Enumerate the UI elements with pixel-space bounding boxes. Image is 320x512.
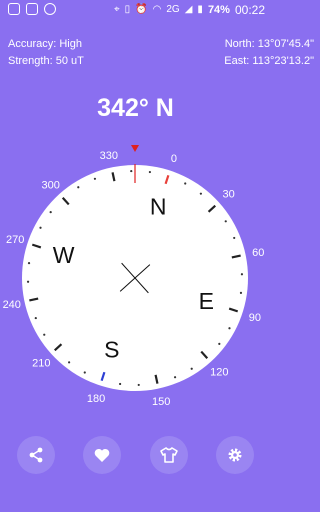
degree-label: 30 <box>223 189 235 201</box>
minor-tick <box>39 226 42 229</box>
minor-tick <box>224 220 227 223</box>
degree-label: 120 <box>210 367 228 379</box>
battery-percent: 74% <box>207 4 230 16</box>
theme-button[interactable] <box>150 436 188 474</box>
minor-tick <box>184 182 187 185</box>
cardinal-e: E <box>199 288 214 314</box>
east-coordinate: East: 113°23'13.2" <box>224 55 314 67</box>
share-button[interactable] <box>17 436 55 474</box>
network-type: 2G <box>166 4 180 15</box>
accuracy-text: Accuracy: High <box>8 38 82 50</box>
shirt-icon <box>160 447 178 463</box>
battery-icon: ▮ <box>197 4 203 15</box>
minor-tick <box>233 236 236 240</box>
minor-tick <box>190 367 193 370</box>
degree-label: 330 <box>100 150 118 162</box>
degree-label: 240 <box>3 299 21 311</box>
gear-icon <box>228 448 242 462</box>
degree-label: 150 <box>152 396 170 408</box>
heading-readout: 342° N <box>97 94 174 122</box>
app-icon <box>26 3 38 15</box>
degree-label: 60 <box>252 247 264 259</box>
degree-label: 300 <box>42 179 60 191</box>
compass-dial: 0 30 60 90 120 150 180 210 240 270 300 330 N E S W <box>3 145 264 408</box>
bottom-toolbar <box>0 436 271 476</box>
clock: 00:22 <box>234 3 265 17</box>
minor-tick <box>77 186 80 189</box>
minor-tick <box>239 291 243 294</box>
notification-icon <box>8 3 20 15</box>
cardinal-n: N <box>150 194 167 220</box>
favorite-button[interactable] <box>83 436 121 474</box>
minor-tick <box>93 177 97 180</box>
minor-tick <box>119 382 122 386</box>
status-left-icons <box>8 3 56 15</box>
minor-tick <box>26 280 30 283</box>
minor-tick <box>49 211 52 214</box>
minor-tick <box>218 342 221 345</box>
wifi-icon: ◠ <box>152 4 162 15</box>
minor-tick <box>130 169 133 173</box>
degree-label: 210 <box>32 357 50 369</box>
circle-icon <box>44 3 56 15</box>
minor-tick <box>173 376 177 379</box>
minor-tick <box>68 361 71 364</box>
minor-tick <box>83 371 86 374</box>
share-icon <box>29 447 43 463</box>
strength-text: Strength: 50 uT <box>8 55 84 67</box>
location-icon: ⌖ <box>114 4 120 15</box>
alarm-icon: ⏰ <box>135 4 148 15</box>
north-coordinate: North: 13°07'45.4" <box>224 38 314 50</box>
vibrate-icon: ▯ <box>124 4 131 15</box>
status-right-icons: ⌖ ▯ ⏰ ◠ 2G ◢ ▮ 74% 00:22 <box>114 3 265 17</box>
heading-pointer <box>131 145 139 152</box>
minor-tick <box>43 333 46 336</box>
degree-label: 90 <box>249 312 261 324</box>
degree-label: 0 <box>171 153 177 165</box>
minor-tick <box>199 192 202 195</box>
minor-tick <box>137 383 140 387</box>
degree-label: 270 <box>6 234 24 246</box>
minor-tick <box>27 262 31 265</box>
status-bar: ⌖ ▯ ⏰ ◠ 2G ◢ ▮ 74% 00:22 <box>0 0 271 20</box>
cardinal-s: S <box>104 336 119 362</box>
heart-icon <box>94 448 110 462</box>
signal-icon: ◢ <box>184 4 193 15</box>
degree-label: 180 <box>87 393 105 405</box>
sensor-info: Accuracy: High Strength: 50 uT <box>8 36 84 70</box>
cardinal-w: W <box>53 242 75 268</box>
minor-tick <box>240 273 244 276</box>
minor-tick <box>228 327 231 330</box>
minor-tick <box>148 170 151 174</box>
coordinates-info: North: 13°07'45.4" East: 113°23'13.2" <box>224 36 314 70</box>
settings-button[interactable] <box>216 436 254 474</box>
minor-tick <box>34 316 37 320</box>
